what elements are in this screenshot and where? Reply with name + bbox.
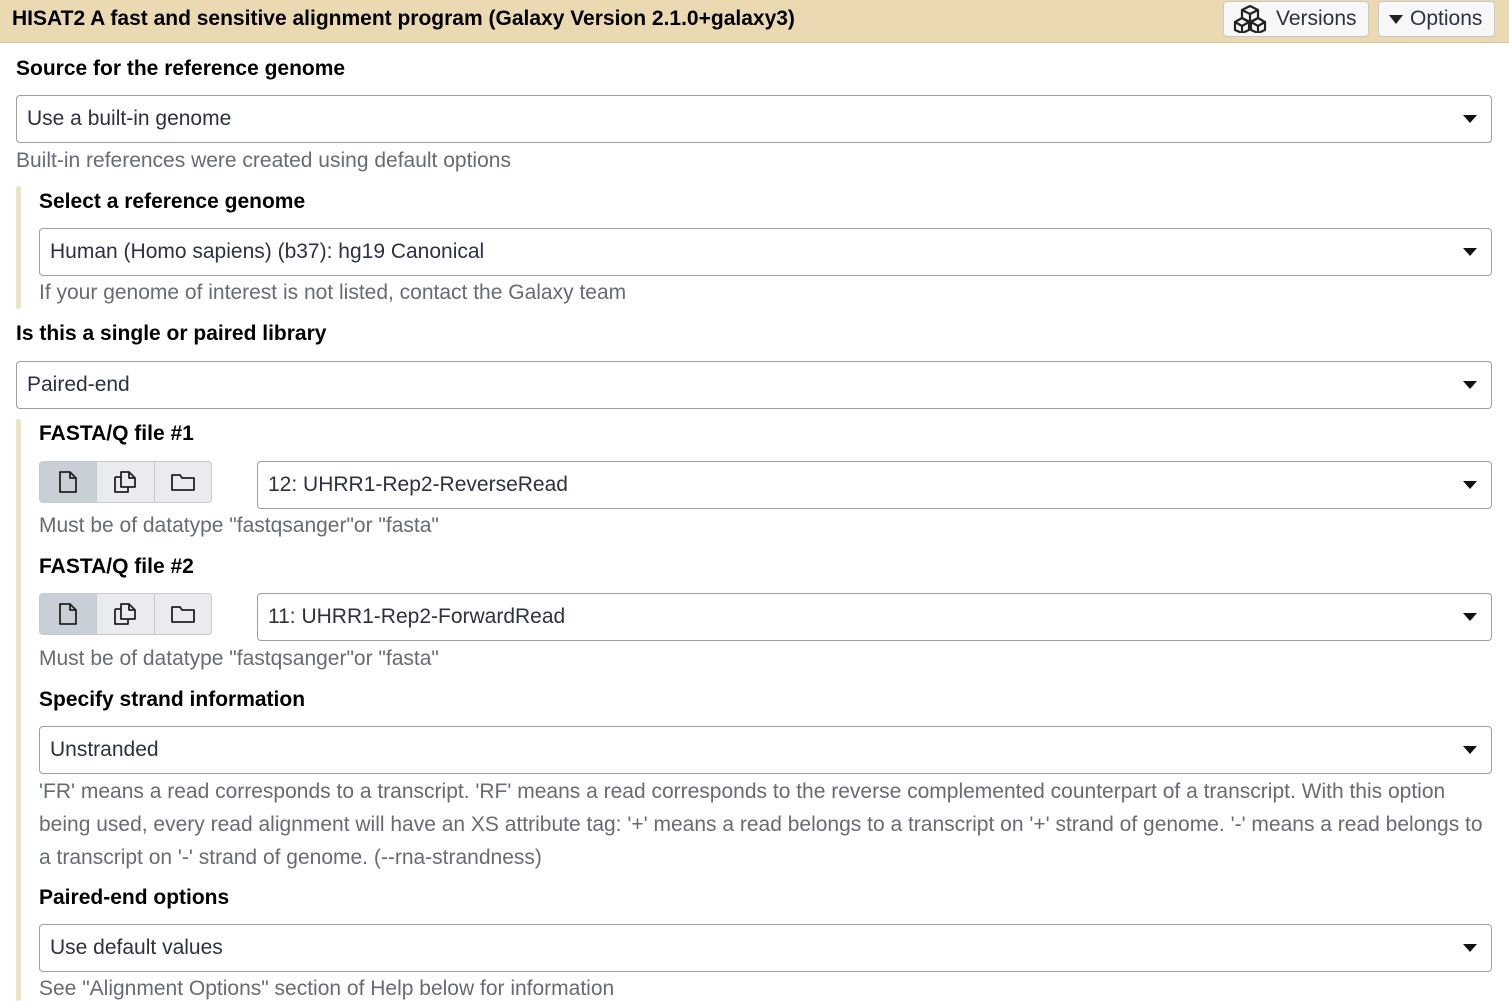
paired-options-select[interactable]: Use default values: [39, 924, 1492, 972]
multiple-datasets-button[interactable]: [97, 594, 155, 634]
file1-label: FASTA/Q file #1: [39, 422, 194, 445]
files-icon: [114, 471, 137, 493]
chevron-down-icon: [1463, 115, 1477, 123]
versions-label: Versions: [1276, 7, 1357, 30]
chevron-down-icon: [1463, 944, 1477, 952]
versions-button[interactable]: Versions: [1223, 1, 1369, 37]
chevron-down-icon: [1463, 613, 1477, 621]
strand-label: Specify strand information: [39, 688, 306, 711]
file-icon: [59, 471, 78, 493]
file1-input-mode-group: [39, 461, 212, 503]
reference-source-label: Source for the reference genome: [16, 57, 346, 80]
reference-genome-help: If your genome of interest is not listed…: [39, 281, 627, 304]
chevron-down-icon: [1463, 381, 1477, 389]
single-dataset-button[interactable]: [40, 462, 98, 502]
folder-icon: [170, 606, 195, 623]
tool-title: HISAT2 A fast and sensitive alignment pr…: [12, 7, 795, 30]
caret-down-icon: [1389, 15, 1403, 24]
cubes-icon: [1233, 5, 1267, 33]
collection-button[interactable]: [154, 462, 211, 502]
file2-select[interactable]: 11: UHRR1-Rep2-ForwardRead: [257, 593, 1492, 641]
chevron-down-icon: [1463, 481, 1477, 489]
reference-genome-label: Select a reference genome: [39, 190, 306, 213]
multiple-datasets-button[interactable]: [97, 462, 155, 502]
reference-source-select[interactable]: Use a built-in genome: [16, 95, 1492, 143]
paired-options-value: Use default values: [50, 936, 223, 959]
single-dataset-button[interactable]: [40, 594, 98, 634]
section-indicator: [16, 186, 21, 309]
chevron-down-icon: [1463, 248, 1477, 256]
paired-options-help: See "Alignment Options" section of Help …: [39, 977, 615, 1000]
files-icon: [114, 603, 137, 625]
folder-icon: [170, 474, 195, 491]
library-label: Is this a single or paired library: [16, 322, 327, 345]
reference-source-value: Use a built-in genome: [27, 107, 232, 130]
library-select[interactable]: Paired-end: [16, 361, 1492, 409]
file2-input-mode-group: [39, 593, 212, 635]
reference-genome-select[interactable]: Human (Homo sapiens) (b37): hg19 Canonic…: [39, 228, 1492, 276]
strand-value: Unstranded: [50, 738, 159, 761]
library-value: Paired-end: [27, 373, 130, 396]
strand-help: 'FR' means a read corresponds to a trans…: [39, 780, 1483, 869]
strand-select[interactable]: Unstranded: [39, 726, 1492, 774]
tool-header: HISAT2 A fast and sensitive alignment pr…: [0, 0, 1509, 43]
options-button[interactable]: Options: [1378, 1, 1495, 37]
file1-help: Must be of datatype "fastqsanger"or "fas…: [39, 514, 439, 537]
file2-value: 11: UHRR1-Rep2-ForwardRead: [268, 605, 566, 628]
file1-value: 12: UHRR1-Rep2-ReverseRead: [268, 473, 568, 496]
paired-options-label: Paired-end options: [39, 886, 230, 909]
collection-button[interactable]: [154, 594, 211, 634]
file2-help: Must be of datatype "fastqsanger"or "fas…: [39, 647, 439, 670]
options-label: Options: [1410, 7, 1483, 30]
reference-genome-value: Human (Homo sapiens) (b37): hg19 Canonic…: [50, 240, 485, 263]
section-indicator: [16, 419, 21, 1001]
chevron-down-icon: [1463, 746, 1477, 754]
reference-source-help: Built-in references were created using d…: [16, 149, 511, 172]
file1-select[interactable]: 12: UHRR1-Rep2-ReverseRead: [257, 461, 1492, 509]
file-icon: [59, 603, 78, 625]
file2-label: FASTA/Q file #2: [39, 555, 194, 578]
